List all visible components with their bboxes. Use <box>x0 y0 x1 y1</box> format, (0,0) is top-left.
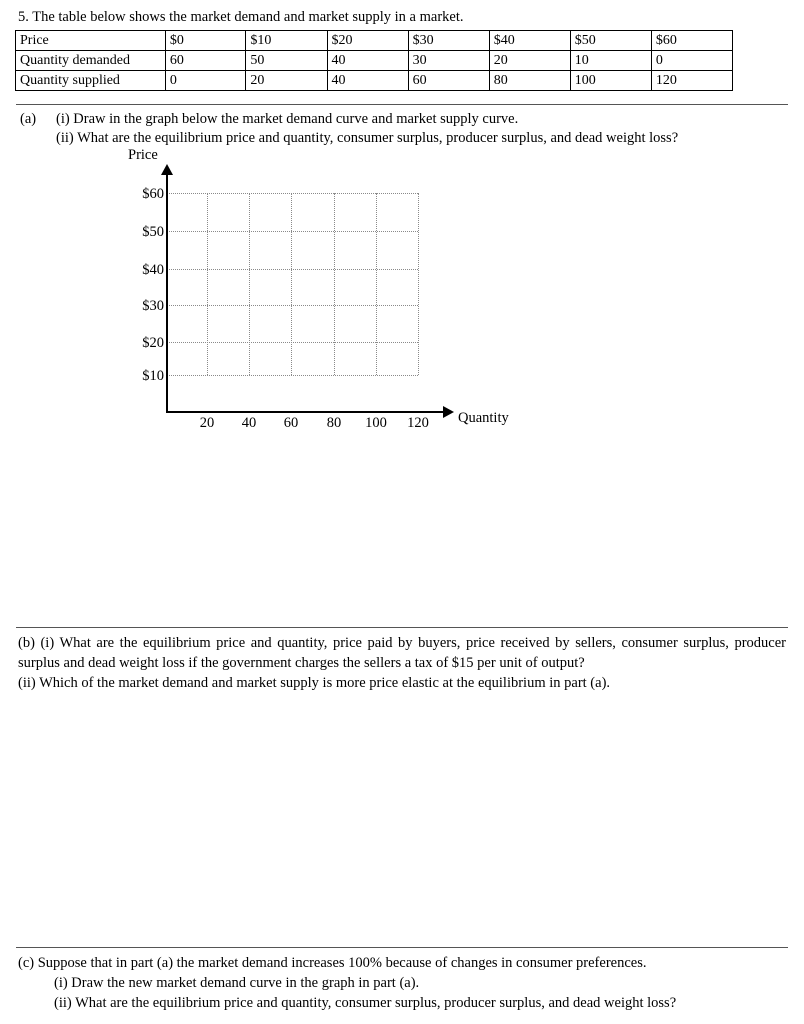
gridline-quantity-100 <box>376 193 377 375</box>
qd-cell-4: 20 <box>488 50 571 71</box>
qd-cell-6: 0 <box>650 50 734 71</box>
price-quantity-graph: Price Quantity $60 $50 $40 $30 $20 $10 2… <box>0 0 804 1024</box>
qs-cell-0: 0 <box>164 70 247 91</box>
x-axis-line <box>166 411 447 413</box>
row-label-price: Price <box>15 30 166 51</box>
qs-cell-6: 120 <box>650 70 734 91</box>
y-tick-label-30: $30 <box>142 298 164 314</box>
price-cell-5: $50 <box>569 30 652 51</box>
y-axis-line <box>166 172 168 413</box>
table-row: Quantity supplied 0 20 40 60 80 100 120 <box>15 70 734 91</box>
qd-cell-2: 40 <box>326 50 409 71</box>
qs-cell-2: 40 <box>326 70 409 91</box>
price-cell-1: $10 <box>245 30 328 51</box>
gridline-price-60 <box>167 193 418 194</box>
gridline-price-40 <box>167 269 418 270</box>
qs-cell-4: 80 <box>488 70 571 91</box>
qd-cell-1: 50 <box>245 50 328 71</box>
price-cell-3: $30 <box>407 30 490 51</box>
qd-cell-0: 60 <box>164 50 247 71</box>
question-heading: 5. The table below shows the market dema… <box>18 9 464 25</box>
gridline-price-30 <box>167 305 418 306</box>
x-tick-label-120: 120 <box>407 415 429 431</box>
x-tick-label-40: 40 <box>241 415 257 431</box>
gridline-quantity-80 <box>334 193 335 375</box>
y-axis-arrow-icon <box>161 164 173 175</box>
gridline-quantity-40 <box>249 193 250 375</box>
section-a-item-ii: (ii) What are the equilibrium price and … <box>56 130 679 146</box>
x-tick-label-80: 80 <box>326 415 342 431</box>
table-row: Quantity demanded 60 50 40 30 20 10 0 <box>15 50 734 71</box>
price-cell-6: $60 <box>650 30 734 51</box>
section-divider-c <box>16 947 788 948</box>
x-axis-title: Quantity <box>458 410 509 426</box>
gridline-quantity-20 <box>207 193 208 375</box>
gridline-price-50 <box>167 231 418 232</box>
qd-cell-5: 10 <box>569 50 652 71</box>
y-tick-label-20: $20 <box>142 335 164 351</box>
price-cell-2: $20 <box>326 30 409 51</box>
section-a-marker: (a) <box>20 111 37 127</box>
section-b-item-ii: (ii) Which of the market demand and mark… <box>18 675 611 691</box>
section-c-text: (c) Suppose that in part (a) the market … <box>18 953 786 1013</box>
gridline-quantity-60 <box>291 193 292 375</box>
section-divider-b <box>16 627 788 628</box>
section-divider-a <box>16 104 788 105</box>
table-row: Price $0 $10 $20 $30 $40 $50 $60 <box>15 30 734 51</box>
gridline-quantity-120 <box>418 193 419 375</box>
x-tick-label-60: 60 <box>283 415 299 431</box>
price-cell-0: $0 <box>164 30 247 51</box>
section-b-text: (b) (i) What are the equilibrium price a… <box>18 633 786 693</box>
row-label-quantity-demanded: Quantity demanded <box>15 50 166 71</box>
price-cell-4: $40 <box>488 30 571 51</box>
y-tick-label-10: $10 <box>142 368 164 384</box>
qd-cell-3: 30 <box>407 50 490 71</box>
section-a-item-i: (i) Draw in the graph below the market d… <box>56 111 519 127</box>
demand-supply-table: Price $0 $10 $20 $30 $40 $50 $60 Quantit… <box>15 30 734 91</box>
y-axis-title: Price <box>128 147 158 163</box>
gridline-price-20 <box>167 342 418 343</box>
qs-cell-3: 60 <box>407 70 490 91</box>
section-c-item-ii: (ii) What are the equilibrium price and … <box>54 995 677 1011</box>
y-tick-label-40: $40 <box>142 262 164 278</box>
x-tick-label-20: 20 <box>199 415 215 431</box>
x-tick-label-100: 100 <box>365 415 387 431</box>
gridline-price-10 <box>167 375 418 376</box>
y-tick-label-60: $60 <box>142 186 164 202</box>
section-a-text: (i) Draw in the graph below the market d… <box>56 110 776 148</box>
section-c-item-i: (i) Draw the new market demand curve in … <box>54 975 420 991</box>
row-label-quantity-supplied: Quantity supplied <box>15 70 166 91</box>
y-tick-label-50: $50 <box>142 224 164 240</box>
section-b-item-i: (b) (i) What are the equilibrium price a… <box>18 635 786 671</box>
table-body: Price $0 $10 $20 $30 $40 $50 $60 Quantit… <box>15 30 734 91</box>
x-axis-arrow-icon <box>443 406 454 418</box>
qs-cell-1: 20 <box>245 70 328 91</box>
section-c-intro: (c) Suppose that in part (a) the market … <box>18 955 647 971</box>
qs-cell-5: 100 <box>569 70 652 91</box>
